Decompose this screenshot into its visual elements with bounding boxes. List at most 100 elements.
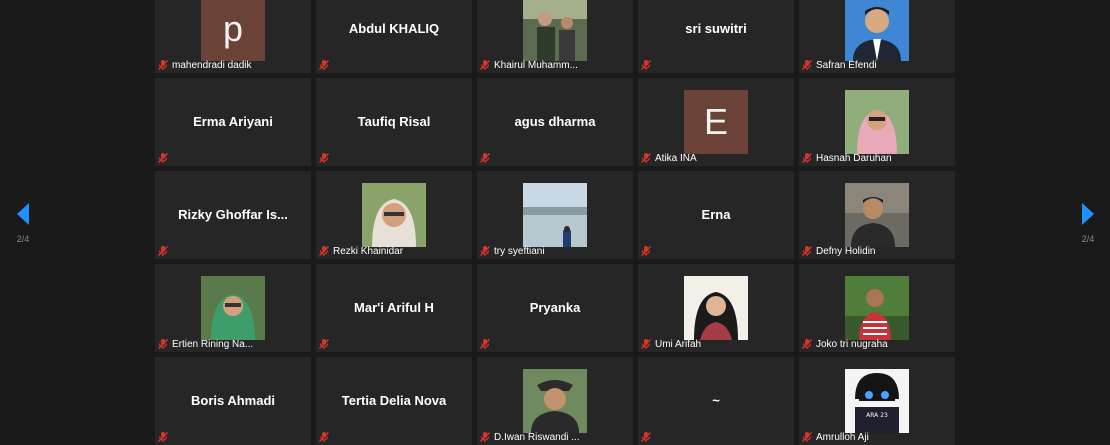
participant-tile[interactable]: try syeftiani — [477, 171, 633, 259]
participant-tile[interactable]: Erma Ariyani — [155, 78, 311, 166]
participant-name: Amrulloh Aji — [816, 431, 869, 443]
participant-name: mahendradi dadik — [172, 59, 252, 71]
name-label: Hasnah Daruhan — [801, 151, 892, 165]
participant-name: try syeftiani — [494, 245, 545, 257]
participant-tile[interactable]: Joko tri nugraha — [799, 264, 955, 352]
participant-tile[interactable]: Taufiq Risal — [316, 78, 472, 166]
muted-mic-icon — [158, 60, 168, 70]
page-indicator: 2/4 — [1081, 234, 1095, 244]
muted-mic-icon — [158, 153, 168, 163]
muted-mic-icon — [641, 153, 651, 163]
name-label — [479, 151, 494, 165]
participant-name-display: Rizky Ghoffar Is... — [178, 206, 288, 222]
muted-mic-icon — [319, 60, 329, 70]
participant-name-display: Erma Ariyani — [193, 113, 273, 129]
participant-name: Hasnah Daruhan — [816, 152, 892, 164]
participant-tile[interactable]: ARA 23 Amrulloh Aji — [799, 357, 955, 445]
next-page-button[interactable]: 2/4 — [1078, 202, 1098, 244]
muted-mic-icon — [802, 153, 812, 163]
muted-mic-icon — [480, 153, 490, 163]
page-indicator: 2/4 — [16, 234, 30, 244]
participant-tile[interactable]: Boris Ahmadi — [155, 357, 311, 445]
participant-tile[interactable]: Umi Arifah — [638, 264, 794, 352]
name-label: Joko tri nugraha — [801, 337, 888, 351]
participant-name: Joko tri nugraha — [816, 338, 888, 350]
muted-mic-icon — [480, 339, 490, 349]
muted-mic-icon — [641, 246, 651, 256]
video-thumbnail — [845, 90, 909, 154]
participant-name-display: Taufiq Risal — [357, 113, 431, 129]
name-label — [157, 151, 172, 165]
participant-name-display: Erna — [701, 206, 731, 222]
muted-mic-icon — [802, 432, 812, 442]
video-thumbnail — [845, 183, 909, 247]
prev-page-button[interactable]: 2/4 — [13, 202, 33, 244]
name-label: Rezki Khainidar — [318, 244, 403, 258]
participant-tile[interactable]: sri suwitri — [638, 0, 794, 73]
participant-grid: p mahendradi dadik Abdul KHALIQ Khairul … — [155, 0, 955, 445]
name-label: Khairul Muhamm... — [479, 58, 578, 72]
muted-mic-icon — [641, 432, 651, 442]
avatar: p — [201, 0, 265, 61]
participant-tile[interactable]: Erna — [638, 171, 794, 259]
jersey-text: ARA 23 — [866, 412, 888, 419]
avatar: E — [684, 90, 748, 154]
muted-mic-icon — [480, 60, 490, 70]
muted-mic-icon — [480, 432, 490, 442]
participant-tile[interactable]: Hasnah Daruhan — [799, 78, 955, 166]
name-label — [479, 337, 494, 351]
participant-tile[interactable]: Rezki Khainidar — [316, 171, 472, 259]
video-thumbnail — [523, 0, 587, 61]
video-thumbnail — [845, 0, 909, 61]
name-label: D.Iwan Riswandi ... — [479, 430, 580, 444]
participant-tile[interactable]: E Atika INA — [638, 78, 794, 166]
name-label — [318, 337, 333, 351]
video-thumbnail — [201, 276, 265, 340]
participant-tile[interactable]: ~ — [638, 357, 794, 445]
name-label: Amrulloh Aji — [801, 430, 869, 444]
participant-tile[interactable]: Safran Efendi — [799, 0, 955, 73]
participant-name-display: ~ — [712, 392, 720, 408]
participant-name: D.Iwan Riswandi ... — [494, 431, 580, 443]
muted-mic-icon — [319, 432, 329, 442]
participant-tile[interactable]: D.Iwan Riswandi ... — [477, 357, 633, 445]
name-label: try syeftiani — [479, 244, 545, 258]
participant-tile[interactable]: Tertia Delia Nova — [316, 357, 472, 445]
name-label: Defny Holidin — [801, 244, 875, 258]
muted-mic-icon — [802, 339, 812, 349]
participant-tile[interactable]: Pryanka — [477, 264, 633, 352]
participant-name-display: Mar'i Ariful H — [354, 299, 434, 315]
muted-mic-icon — [641, 339, 651, 349]
participant-name-display: Boris Ahmadi — [190, 392, 276, 408]
participant-name-display: Abdul KHALIQ — [348, 20, 440, 36]
muted-mic-icon — [158, 339, 168, 349]
participant-name: Rezki Khainidar — [333, 245, 404, 257]
name-label: mahendradi dadik — [157, 58, 252, 72]
video-thumbnail — [362, 183, 426, 247]
muted-mic-icon — [802, 60, 812, 70]
name-label — [318, 151, 333, 165]
participant-tile[interactable]: Abdul KHALIQ — [316, 0, 472, 73]
name-label — [318, 58, 333, 72]
name-label — [640, 244, 655, 258]
name-label: Umi Arifah — [640, 337, 701, 351]
name-label: Ertien Rining Na... — [157, 337, 253, 351]
video-thumbnail — [845, 276, 909, 340]
participant-tile[interactable]: Khairul Muhamm... — [477, 0, 633, 73]
participant-tile[interactable]: agus dharma — [477, 78, 633, 166]
participant-tile[interactable]: Mar'i Ariful H — [316, 264, 472, 352]
name-label: Safran Efendi — [801, 58, 877, 72]
participant-tile[interactable]: Ertien Rining Na... — [155, 264, 311, 352]
participant-name: Safran Efendi — [816, 59, 877, 71]
name-label — [157, 430, 172, 444]
participant-name: Khairul Muhamm... — [494, 59, 578, 71]
muted-mic-icon — [480, 246, 490, 256]
name-label — [640, 58, 655, 72]
muted-mic-icon — [319, 339, 329, 349]
name-label — [318, 430, 333, 444]
participant-tile[interactable]: Defny Holidin — [799, 171, 955, 259]
participant-name: Defny Holidin — [816, 245, 876, 257]
participant-tile[interactable]: Rizky Ghoffar Is... — [155, 171, 311, 259]
participant-tile[interactable]: p mahendradi dadik — [155, 0, 311, 73]
video-thumbnail — [523, 369, 587, 433]
